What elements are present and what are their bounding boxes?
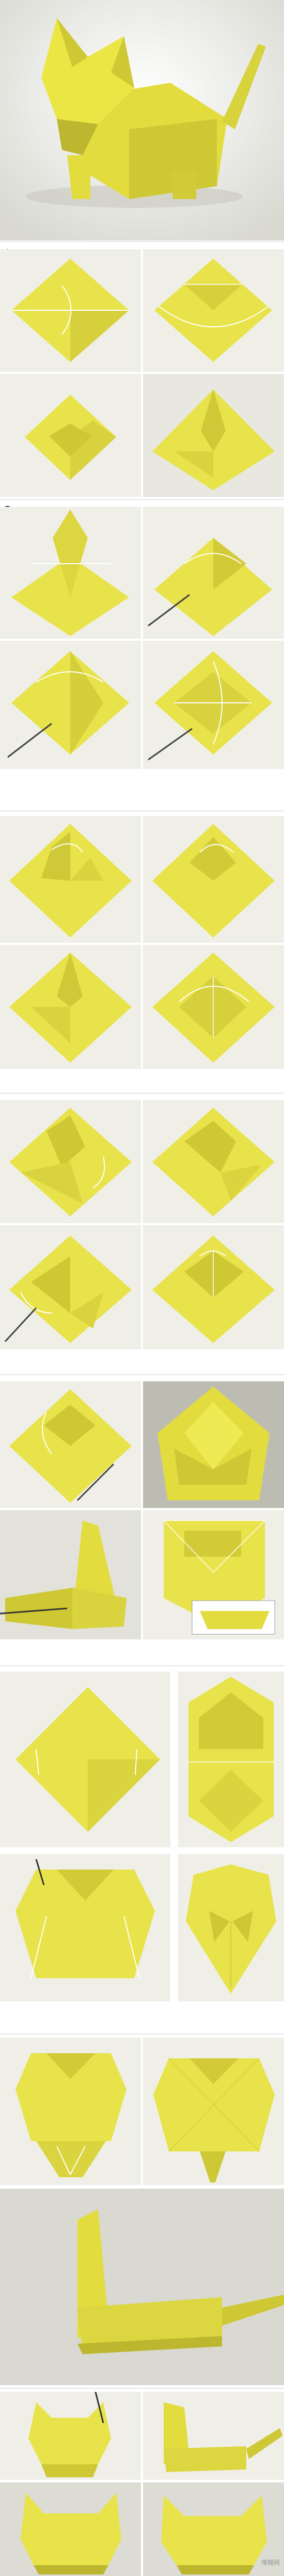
divider bbox=[0, 1665, 284, 1666]
step-2-photo-c bbox=[0, 641, 141, 769]
step-5-photo-a bbox=[0, 1381, 141, 1508]
step-3-photo-a bbox=[0, 816, 141, 943]
step-4-photo-c bbox=[0, 1225, 141, 1349]
divider bbox=[0, 810, 284, 811]
step-1-photo-d bbox=[143, 374, 284, 497]
step-4-photo-b bbox=[143, 1100, 284, 1223]
step-3-photo-d bbox=[143, 945, 284, 1069]
step-1-photo-c bbox=[0, 374, 141, 497]
step-6-photo-d bbox=[178, 1854, 284, 2001]
step-4-photo-a bbox=[0, 1100, 141, 1223]
divider bbox=[0, 2033, 284, 2035]
step-7-photo-c bbox=[0, 2189, 284, 2385]
step-6-photo-c bbox=[0, 1854, 170, 2001]
step-5-photo-c bbox=[0, 1510, 141, 1639]
step-2-photo-d bbox=[143, 641, 284, 769]
hero-finished-cat-photo bbox=[0, 0, 284, 240]
step-1-photo-a bbox=[0, 249, 141, 372]
divider bbox=[0, 1374, 284, 1375]
divider bbox=[0, 241, 284, 242]
instruction-sheet: 1 2 bbox=[0, 0, 284, 2576]
divider bbox=[0, 2388, 284, 2389]
step-3-photo-c bbox=[0, 945, 141, 1069]
step-6-photo-b bbox=[178, 1671, 284, 1847]
step-5-photo-d bbox=[143, 1510, 284, 1639]
step-8-photo-c bbox=[0, 2482, 141, 2576]
step-7-photo-a bbox=[0, 2038, 141, 2185]
step-4-photo-d bbox=[143, 1225, 284, 1349]
step-8-photo-b bbox=[143, 2392, 284, 2480]
step-8-photo-a bbox=[0, 2392, 141, 2480]
step-1-photo-b bbox=[143, 249, 284, 372]
divider bbox=[0, 499, 284, 500]
divider bbox=[0, 1093, 284, 1094]
step-3-photo-b bbox=[143, 816, 284, 943]
watermark-text: 堆糖网 bbox=[261, 2559, 280, 2566]
step-2-photo-a bbox=[0, 507, 141, 639]
step-6-photo-a bbox=[0, 1671, 170, 1847]
step-5-photo-b bbox=[143, 1381, 284, 1508]
step-2-photo-b bbox=[143, 507, 284, 639]
step-7-photo-b bbox=[143, 2038, 284, 2185]
